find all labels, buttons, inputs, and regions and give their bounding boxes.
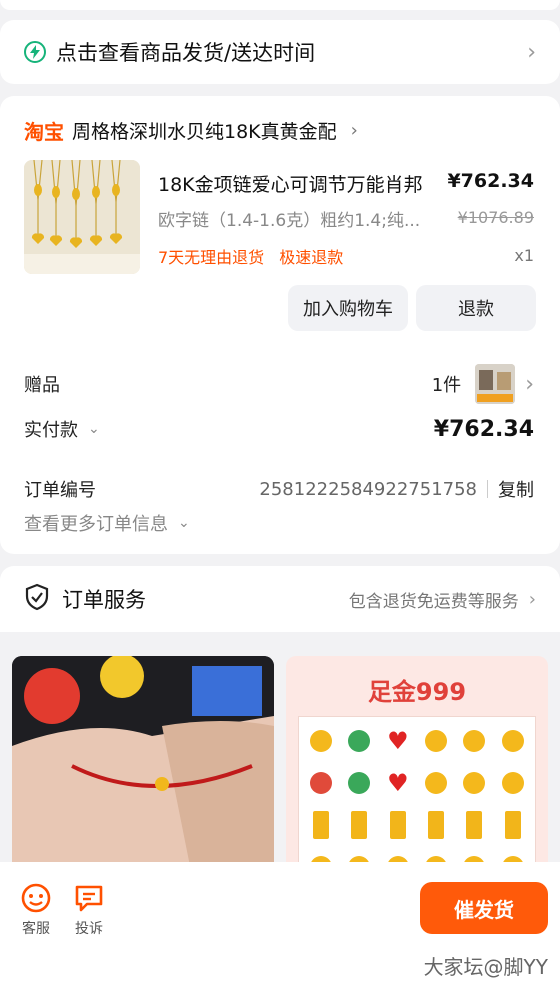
recommend-gold-title: 足金999 [367,678,467,706]
gold-bar-icon [495,805,531,845]
chevron-right-icon: › [527,39,536,65]
payment-label[interactable]: 实付款 [24,416,78,442]
chevron-right-icon: › [528,588,536,610]
product-quantity: x1 [514,246,534,265]
gift-thumbnail [475,364,516,404]
gold-bar-icon [380,805,416,845]
order-card: 淘宝 周格格深圳水贝纯18K真黄金配 › 18K金项链爱心可调节万能肖邦 ¥76… [0,96,560,554]
chevron-down-icon: ⌄ [178,515,190,531]
more-order-info[interactable]: 查看更多订单信息 ⌄ [24,510,534,536]
shop-name: 周格格深圳水贝纯18K真黄金配 [72,121,337,143]
charm-icon [418,721,454,761]
order-number-row: 订单编号 2581222584922751758 复制 [24,476,534,502]
charm-icon [456,721,492,761]
product-thumbnail[interactable] [24,160,140,274]
chevron-down-icon[interactable]: ⌄ [88,421,100,437]
refund-button[interactable]: 退款 [416,285,536,331]
charm-icon [418,763,454,803]
order-number: 2581222584922751758 [259,478,477,500]
order-service-desc: 包含退货免运费等服务 [348,591,519,612]
product-original-price: ¥1076.89 [457,208,534,227]
chevron-right-icon: › [350,120,358,141]
top-card-strip [0,0,560,10]
charm-icon [495,763,531,803]
charm-icon [456,763,492,803]
gold-bar-icon [341,805,377,845]
lightning-icon [24,41,46,63]
bottom-action-bar: 客服 投诉 催发货 大家坛@脚YY [0,862,560,1000]
copy-button[interactable]: 复制 [498,476,534,502]
customer-service-label: 客服 [22,921,50,937]
gold-bar-icon [418,805,454,845]
gold-bar-icon [303,805,339,845]
recommend-feed: 足金999 ♥ ♥ [0,632,560,876]
more-order-info-label: 查看更多订单信息 [24,514,168,535]
recommend-item-gold999[interactable]: 足金999 ♥ ♥ [286,656,548,876]
shop-row[interactable]: 淘宝 周格格深圳水贝纯18K真黄金配 › [24,116,358,145]
charm-icon [303,763,339,803]
payment-amount: ¥762.34 [433,416,534,442]
tag-fast-refund: 极速退款 [279,248,344,267]
divider [487,480,488,498]
chevron-right-icon: › [525,371,534,397]
gold-bar-icon [456,805,492,845]
charm-icon [341,763,377,803]
gold-charm-grid: ♥ ♥ [298,716,536,876]
payment-row: 实付款 ⌄ ¥762.34 [24,416,534,442]
complain-icon [75,885,103,912]
order-service-title: 订单服务 [62,588,146,612]
complain-label: 投诉 [75,921,103,937]
gift-row[interactable]: 赠品 1件 › [24,364,534,404]
recommend-item-bracelet[interactable] [12,656,274,876]
shipping-time-row[interactable]: 点击查看商品发货/送达时间 › [0,20,560,84]
product-spec: 欧字链（1.4-1.6克）粗约1.4;纯... [158,211,421,231]
taobao-logo: 淘宝 [24,120,64,144]
charm-icon [303,721,339,761]
product-title[interactable]: 18K金项链爱心可调节万能肖邦 [158,170,423,197]
complain-button[interactable]: 投诉 [69,882,109,938]
customer-service-button[interactable]: 客服 [16,882,56,938]
tag-seven-day-return: 7天无理由退货 [158,248,265,267]
urge-shipment-button[interactable]: 催发货 [420,882,548,934]
shield-check-icon [24,583,50,615]
add-to-cart-button[interactable]: 加入购物车 [288,285,408,331]
product-price: ¥762.34 [447,170,534,192]
product-tags: 7天无理由退货 极速退款 [158,244,343,268]
heart-icon: ♥ [387,727,409,755]
order-service-row[interactable]: 订单服务 包含退货免运费等服务 › [0,566,560,632]
gift-label: 赠品 [24,375,60,396]
charm-icon [495,721,531,761]
order-number-label: 订单编号 [24,480,96,501]
heart-icon: ♥ [387,769,409,797]
shipping-time-label: 点击查看商品发货/送达时间 [56,41,316,65]
gift-count: 1件 [431,375,462,396]
watermark: 大家坛@脚YY [423,955,548,979]
charm-icon [341,721,377,761]
customer-service-icon [21,883,51,913]
